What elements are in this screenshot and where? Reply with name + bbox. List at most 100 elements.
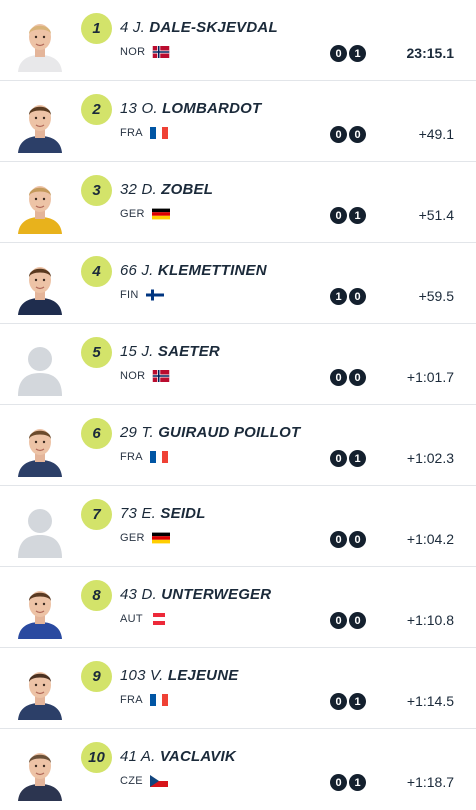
- athlete-last-name: SAETER: [157, 343, 220, 360]
- nation: FRA: [120, 127, 168, 139]
- rank-badge: 2: [81, 94, 112, 125]
- flag-icon: [152, 46, 170, 58]
- result-row[interactable]: 7 73 E. SEIDL GER 0 0 +1:04.2: [0, 486, 476, 567]
- athlete-name[interactable]: 43 D. UNTERWEGER: [120, 586, 271, 603]
- athlete-name[interactable]: 15 J. SAETER: [120, 343, 220, 360]
- nation-code: NOR: [120, 370, 146, 382]
- rank-badge: 7: [81, 499, 112, 530]
- athlete-name[interactable]: 73 E. SEIDL: [120, 505, 206, 522]
- shooting-miss-prone: 1: [330, 288, 347, 305]
- flag-icon: [149, 127, 168, 139]
- athlete-last-name: VACLAVIK: [159, 748, 236, 765]
- nation-code: FIN: [120, 289, 139, 301]
- result-row[interactable]: 8 43 D. UNTERWEGER AUT 0 0 +1:10.8: [0, 567, 476, 648]
- result-row[interactable]: 2 13 O. LOMBARDOT FRA 0 0 +49.1: [0, 81, 476, 162]
- result-time: +1:01.7: [406, 369, 454, 385]
- shooting-miss-standing: 0: [349, 531, 366, 548]
- result-row[interactable]: 5 15 J. SAETER NOR 0 0 +1:01.7: [0, 324, 476, 405]
- rank-badge: 9: [81, 661, 112, 692]
- flag-icon: [151, 208, 170, 220]
- shooting-misses: 1 0: [330, 288, 366, 305]
- athlete-last-name: ZOBEL: [161, 181, 214, 198]
- result-row[interactable]: 9 103 V. LEJEUNE FRA 0 1 +1:14.5: [0, 648, 476, 729]
- result-time: +51.4: [418, 207, 454, 223]
- nation-code: FRA: [120, 127, 143, 139]
- athlete-avatar: [14, 743, 66, 801]
- nation-code: FRA: [120, 451, 143, 463]
- athlete-last-name: UNTERWEGER: [161, 586, 272, 603]
- nation: FRA: [120, 694, 168, 706]
- result-time: +1:04.2: [406, 531, 454, 547]
- nation: NOR: [120, 46, 170, 58]
- shooting-miss-standing: 0: [349, 126, 366, 143]
- result-row[interactable]: 1 4 J. DALE-SKJEVDAL NOR 0 1 23:15.1: [0, 0, 476, 81]
- athlete-avatar: [14, 14, 66, 72]
- result-row[interactable]: 6 29 T. GUIRAUD POILLOT FRA 0 1 +1:02.3: [0, 405, 476, 486]
- flag-icon: [149, 775, 168, 787]
- result-time: +1:10.8: [406, 612, 454, 628]
- athlete-avatar: [14, 176, 66, 234]
- shooting-misses: 0 0: [330, 531, 366, 548]
- athlete-avatar: [14, 581, 66, 639]
- result-row[interactable]: 3 32 D. ZOBEL GER 0 1 +51.4: [0, 162, 476, 243]
- nation: GER: [120, 208, 170, 220]
- shooting-miss-prone: 0: [330, 450, 347, 467]
- athlete-name[interactable]: 66 J. KLEMETTINEN: [120, 262, 267, 279]
- result-time: 23:15.1: [406, 45, 454, 61]
- shooting-miss-prone: 0: [330, 612, 347, 629]
- athlete-avatar: [14, 95, 66, 153]
- shooting-miss-standing: 0: [349, 288, 366, 305]
- athlete-name[interactable]: 29 T. GUIRAUD POILLOT: [120, 424, 300, 441]
- nation-code: GER: [120, 208, 145, 220]
- results-list: 1 4 J. DALE-SKJEVDAL NOR 0 1 23:15.1 2 1…: [0, 0, 476, 810]
- flag-icon: [151, 532, 170, 544]
- flag-icon: [149, 451, 168, 463]
- shooting-miss-prone: 0: [330, 126, 347, 143]
- shooting-misses: 0 1: [330, 450, 366, 467]
- nation: CZE: [120, 775, 168, 787]
- athlete-name[interactable]: 103 V. LEJEUNE: [120, 667, 238, 684]
- nation: AUT: [120, 613, 168, 625]
- athlete-avatar: [14, 662, 66, 720]
- shooting-miss-standing: 1: [349, 207, 366, 224]
- athlete-last-name: LOMBARDOT: [162, 100, 262, 117]
- flag-icon: [152, 370, 170, 382]
- shooting-miss-prone: 0: [330, 207, 347, 224]
- shooting-misses: 0 0: [330, 612, 366, 629]
- result-time: +1:14.5: [406, 693, 454, 709]
- athlete-name[interactable]: 4 J. DALE-SKJEVDAL: [120, 19, 278, 36]
- athlete-name[interactable]: 13 O. LOMBARDOT: [120, 100, 261, 117]
- athlete-bib-initial: 29 T.: [120, 424, 154, 441]
- flag-icon: [149, 694, 168, 706]
- shooting-miss-standing: 0: [349, 369, 366, 386]
- athlete-bib-initial: 66 J.: [120, 262, 154, 279]
- athlete-bib-initial: 41 A.: [120, 748, 156, 765]
- shooting-misses: 0 1: [330, 207, 366, 224]
- result-time: +1:02.3: [406, 450, 454, 466]
- rank-badge: 4: [81, 256, 112, 287]
- athlete-last-name: KLEMETTINEN: [157, 262, 267, 279]
- athlete-avatar: [14, 419, 66, 477]
- athlete-bib-initial: 32 D.: [120, 181, 157, 198]
- nation-code: FRA: [120, 694, 143, 706]
- athlete-bib-initial: 13 O.: [120, 100, 158, 117]
- nation: FIN: [120, 289, 164, 301]
- result-time: +1:18.7: [406, 774, 454, 790]
- shooting-miss-prone: 0: [330, 693, 347, 710]
- flag-icon: [150, 613, 168, 625]
- result-row[interactable]: 4 66 J. KLEMETTINEN FIN 1 0 +59.5: [0, 243, 476, 324]
- result-row[interactable]: 10 41 A. VACLAVIK CZE 0 1 +1:18.7: [0, 729, 476, 810]
- shooting-miss-standing: 1: [349, 450, 366, 467]
- nation-code: NOR: [120, 46, 146, 58]
- athlete-last-name: DALE-SKJEVDAL: [149, 19, 278, 36]
- shooting-miss-standing: 1: [349, 45, 366, 62]
- shooting-miss-prone: 0: [330, 531, 347, 548]
- athlete-bib-initial: 15 J.: [120, 343, 154, 360]
- shooting-miss-prone: 0: [330, 45, 347, 62]
- shooting-misses: 0 0: [330, 369, 366, 386]
- athlete-name[interactable]: 32 D. ZOBEL: [120, 181, 213, 198]
- athlete-name[interactable]: 41 A. VACLAVIK: [120, 748, 236, 765]
- shooting-miss-standing: 1: [349, 693, 366, 710]
- athlete-last-name: LEJEUNE: [167, 667, 239, 684]
- shooting-miss-standing: 0: [349, 612, 366, 629]
